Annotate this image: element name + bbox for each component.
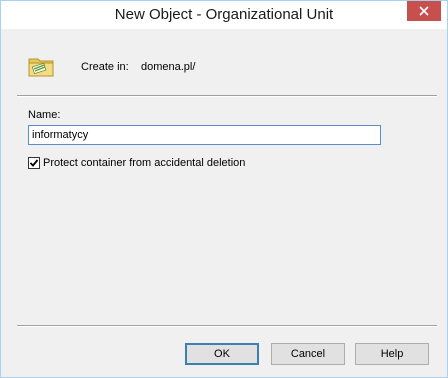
- top-divider: [17, 95, 437, 97]
- create-in-label: Create in:: [81, 61, 129, 73]
- create-in-path: domena.pl/: [141, 61, 196, 73]
- dialog-body: Create in: domena.pl/ Name: Protect cont…: [9, 29, 439, 371]
- close-icon: [419, 6, 429, 16]
- checkmark-icon: [29, 159, 39, 167]
- title-bar: New Object - Organizational Unit: [1, 1, 447, 29]
- bottom-divider: [17, 325, 437, 327]
- ok-button[interactable]: OK: [185, 343, 259, 365]
- protect-checkbox[interactable]: [28, 157, 40, 169]
- name-input[interactable]: [28, 125, 381, 145]
- name-label: Name:: [28, 109, 61, 121]
- window-title: New Object - Organizational Unit: [114, 6, 334, 23]
- cancel-button[interactable]: Cancel: [271, 343, 345, 365]
- organizational-unit-icon: [28, 58, 54, 77]
- dialog-window: New Object - Organizational Unit Create …: [0, 0, 448, 378]
- help-button[interactable]: Help: [355, 343, 429, 365]
- protect-label: Protect container from accidental deleti…: [43, 157, 246, 169]
- protect-option[interactable]: Protect container from accidental deleti…: [28, 157, 245, 169]
- close-button[interactable]: [407, 1, 441, 21]
